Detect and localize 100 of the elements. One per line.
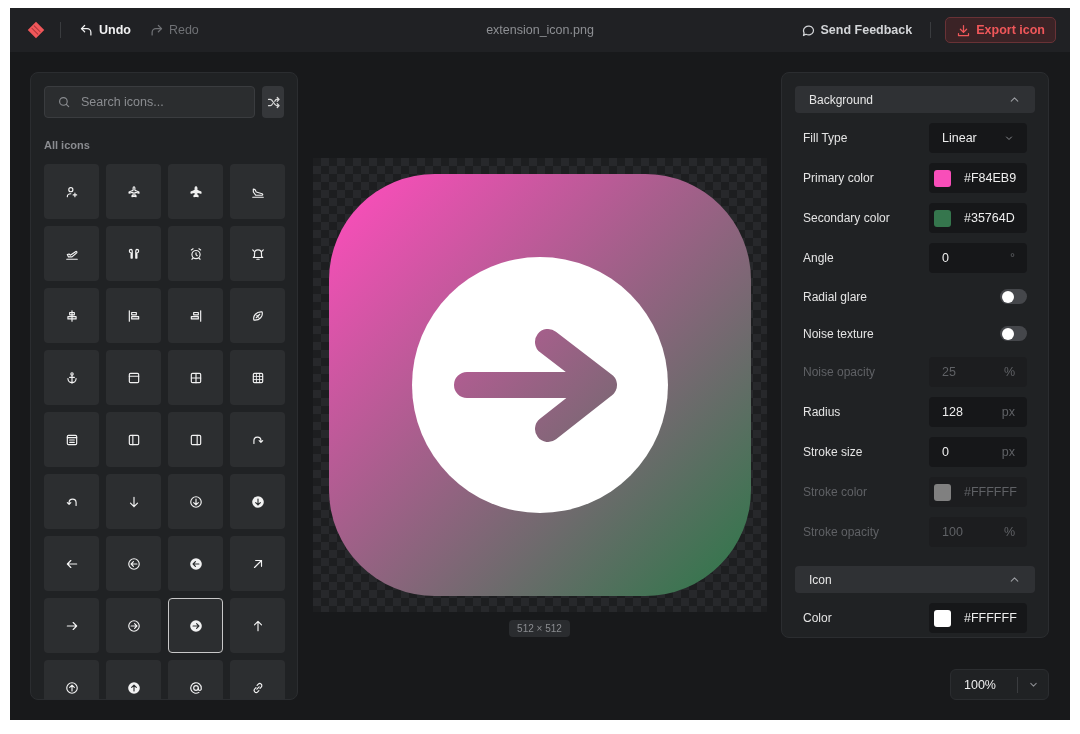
icon-tile[interactable] bbox=[168, 288, 223, 343]
window-icon bbox=[126, 370, 141, 385]
icon-tile[interactable] bbox=[106, 536, 161, 591]
icon-tile[interactable] bbox=[230, 598, 285, 653]
icon-tile[interactable] bbox=[168, 598, 223, 653]
anchor-icon bbox=[64, 370, 79, 385]
color-field[interactable]: #F84EB9 bbox=[929, 163, 1027, 193]
circle-arrow-left-icon bbox=[188, 556, 203, 571]
setting-label: Primary color bbox=[803, 171, 874, 185]
search-field[interactable]: Search icons... bbox=[44, 86, 255, 118]
football-icon bbox=[250, 308, 265, 323]
toggle-switch[interactable] bbox=[1000, 326, 1027, 341]
icon-tile[interactable] bbox=[44, 660, 99, 699]
section-header[interactable]: Icon bbox=[795, 566, 1035, 593]
search-icon bbox=[57, 95, 71, 109]
icon-tile[interactable] bbox=[44, 226, 99, 281]
setting-label: Radial glare bbox=[803, 289, 868, 304]
icon-tile[interactable] bbox=[44, 474, 99, 529]
icon-tile[interactable] bbox=[168, 350, 223, 405]
setting-label: Angle bbox=[803, 251, 834, 265]
color-field[interactable]: #35764D bbox=[929, 203, 1027, 233]
toggle-switch[interactable] bbox=[1000, 289, 1027, 304]
airplane-icon bbox=[188, 184, 203, 199]
chat-bubble-icon bbox=[800, 22, 816, 38]
circle-arrow-down-icon bbox=[188, 494, 203, 509]
setting-label: Stroke size bbox=[803, 445, 863, 459]
icon-tile[interactable] bbox=[106, 474, 161, 529]
setting-label: Secondary color bbox=[803, 211, 890, 225]
icon-tile[interactable] bbox=[230, 660, 285, 699]
icon-tile[interactable] bbox=[106, 598, 161, 653]
user-plus-icon bbox=[64, 184, 79, 199]
icon-tile[interactable] bbox=[230, 474, 285, 529]
icon-tile[interactable] bbox=[230, 350, 285, 405]
icon-tile[interactable] bbox=[106, 350, 161, 405]
icon-tile[interactable] bbox=[230, 536, 285, 591]
icon-tile[interactable] bbox=[44, 412, 99, 467]
setting-label: Noise texture bbox=[803, 326, 874, 341]
send-feedback-button[interactable]: Send Feedback bbox=[796, 18, 917, 42]
icon-tile[interactable] bbox=[230, 412, 285, 467]
icon-tile[interactable] bbox=[44, 164, 99, 219]
setting-label: Noise opacity bbox=[803, 365, 876, 379]
icon-tile[interactable] bbox=[230, 288, 285, 343]
at-sign-icon bbox=[188, 680, 203, 695]
icon-tile[interactable] bbox=[44, 598, 99, 653]
shuffle-icon bbox=[265, 94, 281, 110]
link-icon bbox=[250, 680, 265, 695]
number-field[interactable]: 0 ° bbox=[929, 243, 1027, 273]
icon-tile[interactable] bbox=[106, 288, 161, 343]
align-left-icon bbox=[126, 308, 141, 323]
icon-tile[interactable] bbox=[106, 412, 161, 467]
icon-tile[interactable] bbox=[168, 412, 223, 467]
section-header[interactable]: Background bbox=[795, 86, 1035, 113]
setting-label: Fill Type bbox=[803, 131, 848, 145]
list-icon bbox=[64, 432, 79, 447]
color-field[interactable]: #FFFFFF bbox=[929, 603, 1027, 633]
sidebar-left-icon bbox=[126, 432, 141, 447]
number-field[interactable]: 128 px bbox=[929, 397, 1027, 427]
setting-label: Radius bbox=[803, 405, 841, 419]
shuffle-button[interactable] bbox=[262, 86, 284, 118]
icon-tile[interactable] bbox=[44, 536, 99, 591]
circle-arrow-up-icon bbox=[64, 680, 79, 695]
airplane-icon bbox=[126, 184, 141, 199]
circle-arrow-right-icon bbox=[411, 257, 668, 513]
icon-tile[interactable] bbox=[230, 164, 285, 219]
download-icon bbox=[956, 22, 972, 38]
number-field[interactable]: 0 px bbox=[929, 437, 1027, 467]
sidebar-right-icon bbox=[188, 432, 203, 447]
setting-label: Color bbox=[803, 611, 832, 625]
section-label: All icons bbox=[44, 139, 91, 151]
export-button[interactable]: Export icon bbox=[945, 17, 1056, 43]
bell-icon bbox=[250, 246, 265, 261]
zoom-dropdown[interactable]: 100% bbox=[950, 669, 1049, 700]
align-center-icon bbox=[64, 308, 79, 323]
setting-label: Stroke opacity bbox=[803, 525, 880, 539]
icon-tile[interactable] bbox=[168, 536, 223, 591]
dropdown-field[interactable]: Linear bbox=[929, 123, 1027, 153]
setting-label: Stroke color bbox=[803, 485, 868, 499]
file-name: extension_icon.png bbox=[486, 23, 594, 37]
earbuds-icon bbox=[126, 246, 141, 261]
icon-tile[interactable] bbox=[44, 350, 99, 405]
icon-tile[interactable] bbox=[106, 164, 161, 219]
grid-icon bbox=[250, 370, 265, 385]
alarm-clock-icon bbox=[188, 246, 203, 261]
canvas-size-label: 512 × 512 bbox=[509, 620, 570, 637]
icon-tile[interactable] bbox=[168, 660, 223, 699]
align-right-icon bbox=[188, 308, 203, 323]
undo-button[interactable]: Undo bbox=[75, 18, 135, 42]
icon-tile[interactable] bbox=[168, 164, 223, 219]
circle-arrow-left-icon bbox=[126, 556, 141, 571]
icon-tile[interactable] bbox=[230, 226, 285, 281]
undo-arrow-icon bbox=[79, 22, 94, 38]
circle-arrow-right-icon bbox=[188, 618, 203, 633]
redo-arrow-icon bbox=[148, 22, 164, 38]
icon-tile[interactable] bbox=[44, 288, 99, 343]
icon-tile[interactable] bbox=[106, 226, 161, 281]
grid-icon bbox=[188, 370, 203, 385]
icon-tile[interactable] bbox=[168, 474, 223, 529]
icon-tile[interactable] bbox=[106, 660, 161, 699]
icon-tile[interactable] bbox=[168, 226, 223, 281]
circle-arrow-right-icon bbox=[126, 618, 141, 633]
